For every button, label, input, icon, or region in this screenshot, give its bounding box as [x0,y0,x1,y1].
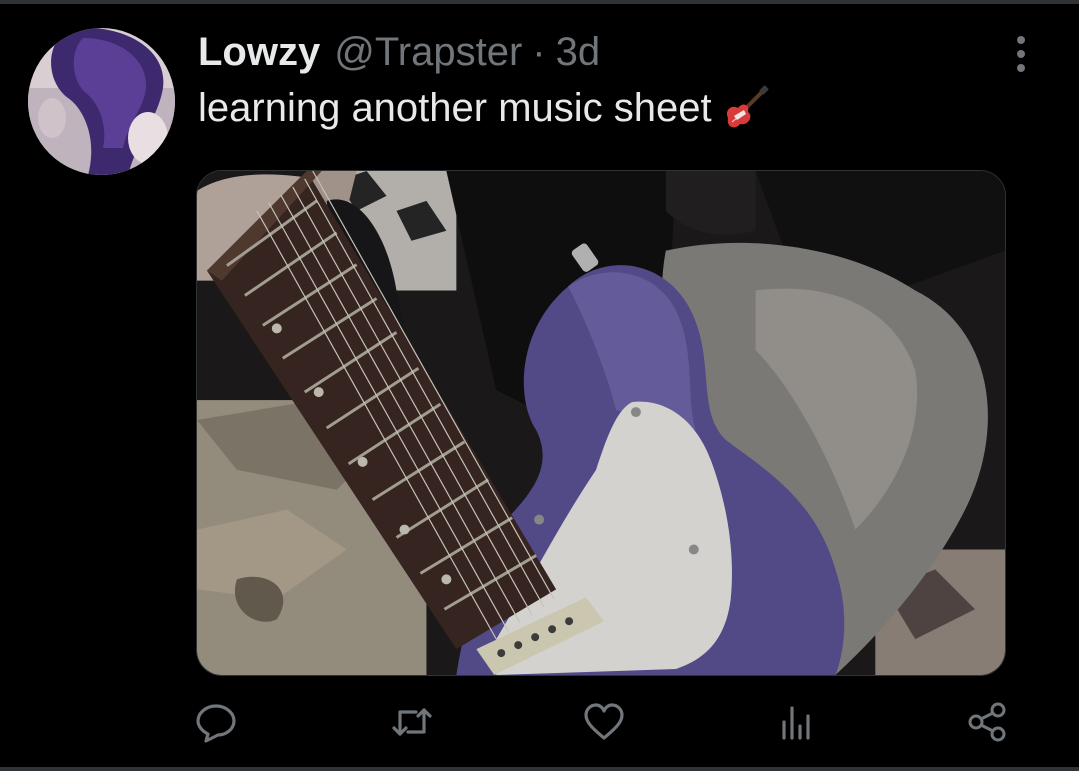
share-button[interactable] [960,694,1016,750]
display-name[interactable]: Lowzy [198,30,320,75]
heart-icon [584,703,624,740]
bottom-divider [0,767,1079,771]
tweet-media[interactable] [196,170,1006,676]
tweet-text: learning another music sheet [198,84,770,132]
tweet-header: Lowzy @Trapster · 3d [198,30,600,80]
avatar[interactable] [28,28,175,175]
guitar-photo [197,171,1005,675]
reply-button[interactable] [188,694,244,750]
more-dot [1017,64,1025,72]
like-button[interactable] [576,694,632,750]
tweet-body: learning another music sheet [198,85,712,130]
top-divider [0,0,1079,4]
separator-dot: · [532,30,546,74]
retweet-button[interactable] [384,694,440,750]
analytics-icon [782,706,810,740]
reply-icon [196,704,236,743]
more-dot [1017,36,1025,44]
analytics-button[interactable] [768,694,824,750]
share-icon [968,702,1006,742]
more-options-icon[interactable] [1000,32,1042,76]
timestamp[interactable]: 3d [556,30,601,75]
avatar-image [28,28,175,175]
retweet-icon [392,708,432,736]
tweet-actions [0,694,1079,754]
guitar-emoji-icon [722,84,770,132]
more-dot [1017,50,1025,58]
user-handle[interactable]: @Trapster [334,30,522,75]
